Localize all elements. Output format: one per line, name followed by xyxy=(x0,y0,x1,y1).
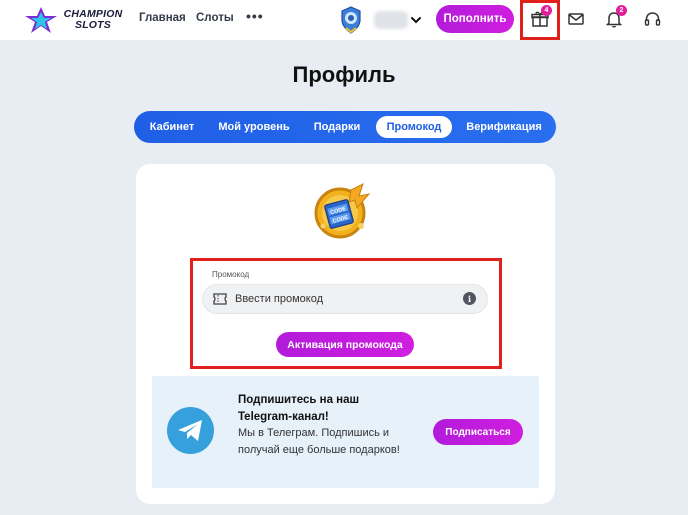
info-icon[interactable]: i xyxy=(463,292,476,305)
more-menu-icon[interactable]: ••• xyxy=(246,8,264,24)
messages-button[interactable] xyxy=(565,8,587,30)
ticket-icon xyxy=(213,293,227,305)
logo-text: CHAMPION SLOTS xyxy=(60,9,126,31)
nav-slots-link[interactable]: Слоты xyxy=(196,12,234,24)
subscribe-button[interactable]: Подписаться xyxy=(433,419,523,445)
support-button[interactable] xyxy=(641,8,663,30)
notifications-count-badge: 2 xyxy=(616,5,627,16)
username-blurred[interactable] xyxy=(374,11,408,29)
telegram-paper-plane-icon xyxy=(178,420,202,441)
deposit-button[interactable]: Пополнить xyxy=(436,5,514,33)
tab-gifts[interactable]: Подарки xyxy=(306,116,368,138)
tab-promocode[interactable]: Промокод xyxy=(376,116,452,138)
tab-my-level[interactable]: Мой уровень xyxy=(212,116,296,138)
promo-coin-icon: CODE CODE xyxy=(314,183,371,239)
chevron-down-icon[interactable] xyxy=(410,14,422,26)
profile-tabs: Кабинет Мой уровень Подарки Промокод Вер… xyxy=(134,111,556,143)
promo-field-label: Промокод xyxy=(212,270,250,279)
page-title: Профиль xyxy=(292,62,396,87)
user-level-badge-icon[interactable] xyxy=(339,6,363,34)
top-header: CHAMPION SLOTS Главная Слоты ••• Пополни… xyxy=(0,0,688,40)
mail-icon xyxy=(568,13,584,25)
tab-cabinet[interactable]: Кабинет xyxy=(142,116,202,138)
tab-verification[interactable]: Верификация xyxy=(460,116,548,138)
promo-input-placeholder[interactable]: Ввести промокод xyxy=(235,293,323,305)
headset-icon xyxy=(644,11,660,26)
telegram-description: Мы в Телеграм. Подпишись и получай еще б… xyxy=(238,427,400,456)
star-logo-icon xyxy=(25,7,57,33)
telegram-logo xyxy=(167,407,214,454)
logo-line2: SLOTS xyxy=(74,19,111,31)
activate-promocode-button[interactable]: Активация промокода xyxy=(276,332,414,357)
gift-count-badge: 4 xyxy=(541,5,552,16)
nav-home-link[interactable]: Главная xyxy=(139,12,186,24)
champion-slots-logo[interactable]: CHAMPION SLOTS xyxy=(24,4,124,36)
telegram-title: Подпишитесь на наш Telegram-канал! xyxy=(238,394,360,423)
